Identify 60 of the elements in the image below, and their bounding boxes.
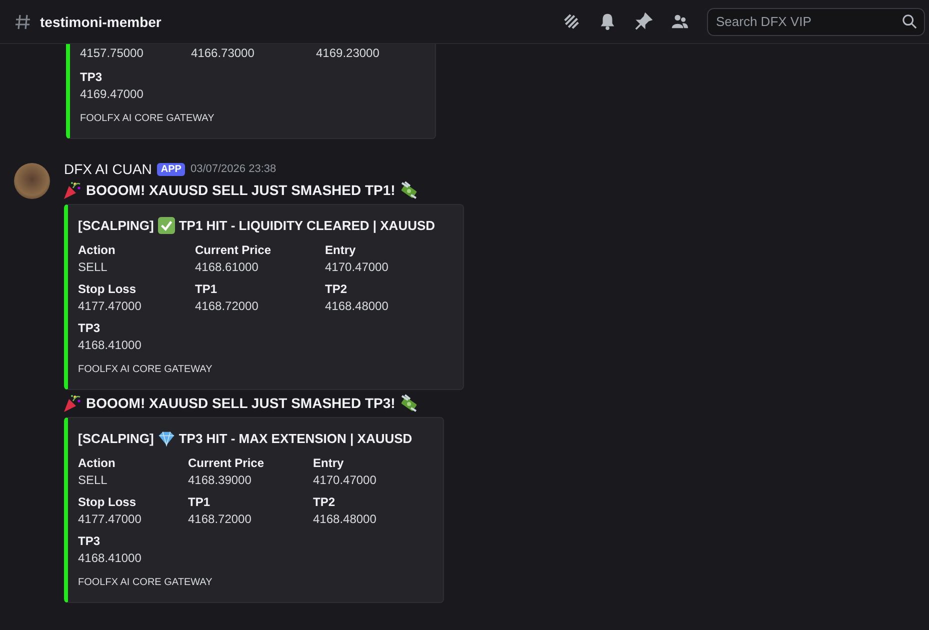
avatar[interactable]: [14, 163, 50, 199]
field-value: 4168.41000: [78, 551, 142, 565]
field-label: TP1: [195, 282, 218, 296]
field-value: 4168.48000: [313, 512, 378, 526]
embed-title: TP3 HIT - MAX EXTENSION | XAUUSD: [178, 431, 412, 446]
field-value: 4168.72000: [188, 512, 252, 526]
field-label: TP3: [78, 321, 102, 335]
party-popper-icon: [62, 180, 82, 200]
channel-name: testimoni-member: [40, 14, 162, 30]
field-value: 4170.47000: [313, 473, 378, 487]
pin-icon[interactable]: [634, 12, 653, 31]
field-value: 4168.61000: [195, 260, 260, 274]
search-field[interactable]: Search DFX VIP: [707, 8, 925, 36]
field-label: Action: [78, 456, 116, 470]
money-with-wings-icon: [399, 180, 420, 200]
money-with-wings-icon: [399, 393, 420, 413]
field-label: Stop Loss: [78, 495, 138, 509]
field-label: Current Price: [188, 456, 266, 470]
field-label: TP2: [325, 282, 348, 296]
field-label: Action: [78, 243, 116, 257]
check-mark-icon: [158, 217, 175, 234]
search-icon: [902, 14, 917, 28]
threads-icon[interactable]: [562, 12, 581, 31]
embed-footer: FOOLFX AI CORE GATEWAY: [78, 364, 451, 375]
field-value: 4168.41000: [78, 338, 142, 352]
field-value: 4157.75000: [80, 46, 144, 60]
field-value: 4169.47000: [80, 87, 144, 101]
field-value: 4170.47000: [325, 260, 390, 274]
field-label: TP3: [78, 534, 102, 548]
field-label: TP1: [188, 495, 212, 509]
field-value: SELL: [78, 260, 108, 274]
timestamp: 03/07/2026 23:38: [190, 163, 276, 175]
field-value: 4177.47000: [78, 512, 142, 526]
field-value: 4169.23000: [316, 46, 380, 60]
field-value: 4168.72000: [195, 299, 260, 313]
party-popper-icon: [62, 393, 82, 413]
field-value: 4177.47000: [78, 299, 142, 313]
channel-hash-icon: [14, 12, 32, 30]
embed-title-prefix: [SCALPING]: [78, 431, 154, 446]
field-value: 4168.39000: [188, 473, 252, 487]
members-icon[interactable]: [670, 12, 689, 31]
bell-icon[interactable]: [598, 12, 617, 31]
field-label: TP2: [313, 495, 336, 509]
gem-icon: [158, 430, 175, 447]
message-text: BOOOM! XAUUSD SELL JUST SMASHED TP3!: [86, 395, 396, 411]
embed-footer: FOOLFX AI CORE GATEWAY: [80, 113, 423, 124]
embed-title-prefix: [SCALPING]: [78, 218, 154, 233]
app-badge: APP: [156, 162, 186, 176]
field-value: 4168.48000: [325, 299, 390, 313]
embed-title: TP1 HIT - LIQUIDITY CLEARED | XAUUSD: [178, 218, 436, 233]
embed-footer: FOOLFX AI CORE GATEWAY: [78, 577, 431, 588]
author-name[interactable]: DFX AI CUAN: [64, 161, 152, 177]
field-label: Current Price: [195, 243, 272, 257]
field-value: SELL: [78, 473, 108, 487]
field-value: 4166.73000: [191, 46, 256, 60]
field-label: Stop Loss: [78, 282, 138, 296]
field-label: Entry: [313, 456, 345, 470]
message-text: BOOOM! XAUUSD SELL JUST SMASHED TP1!: [86, 182, 396, 198]
field-label: Entry: [325, 243, 357, 257]
field-label: TP3: [80, 70, 104, 84]
